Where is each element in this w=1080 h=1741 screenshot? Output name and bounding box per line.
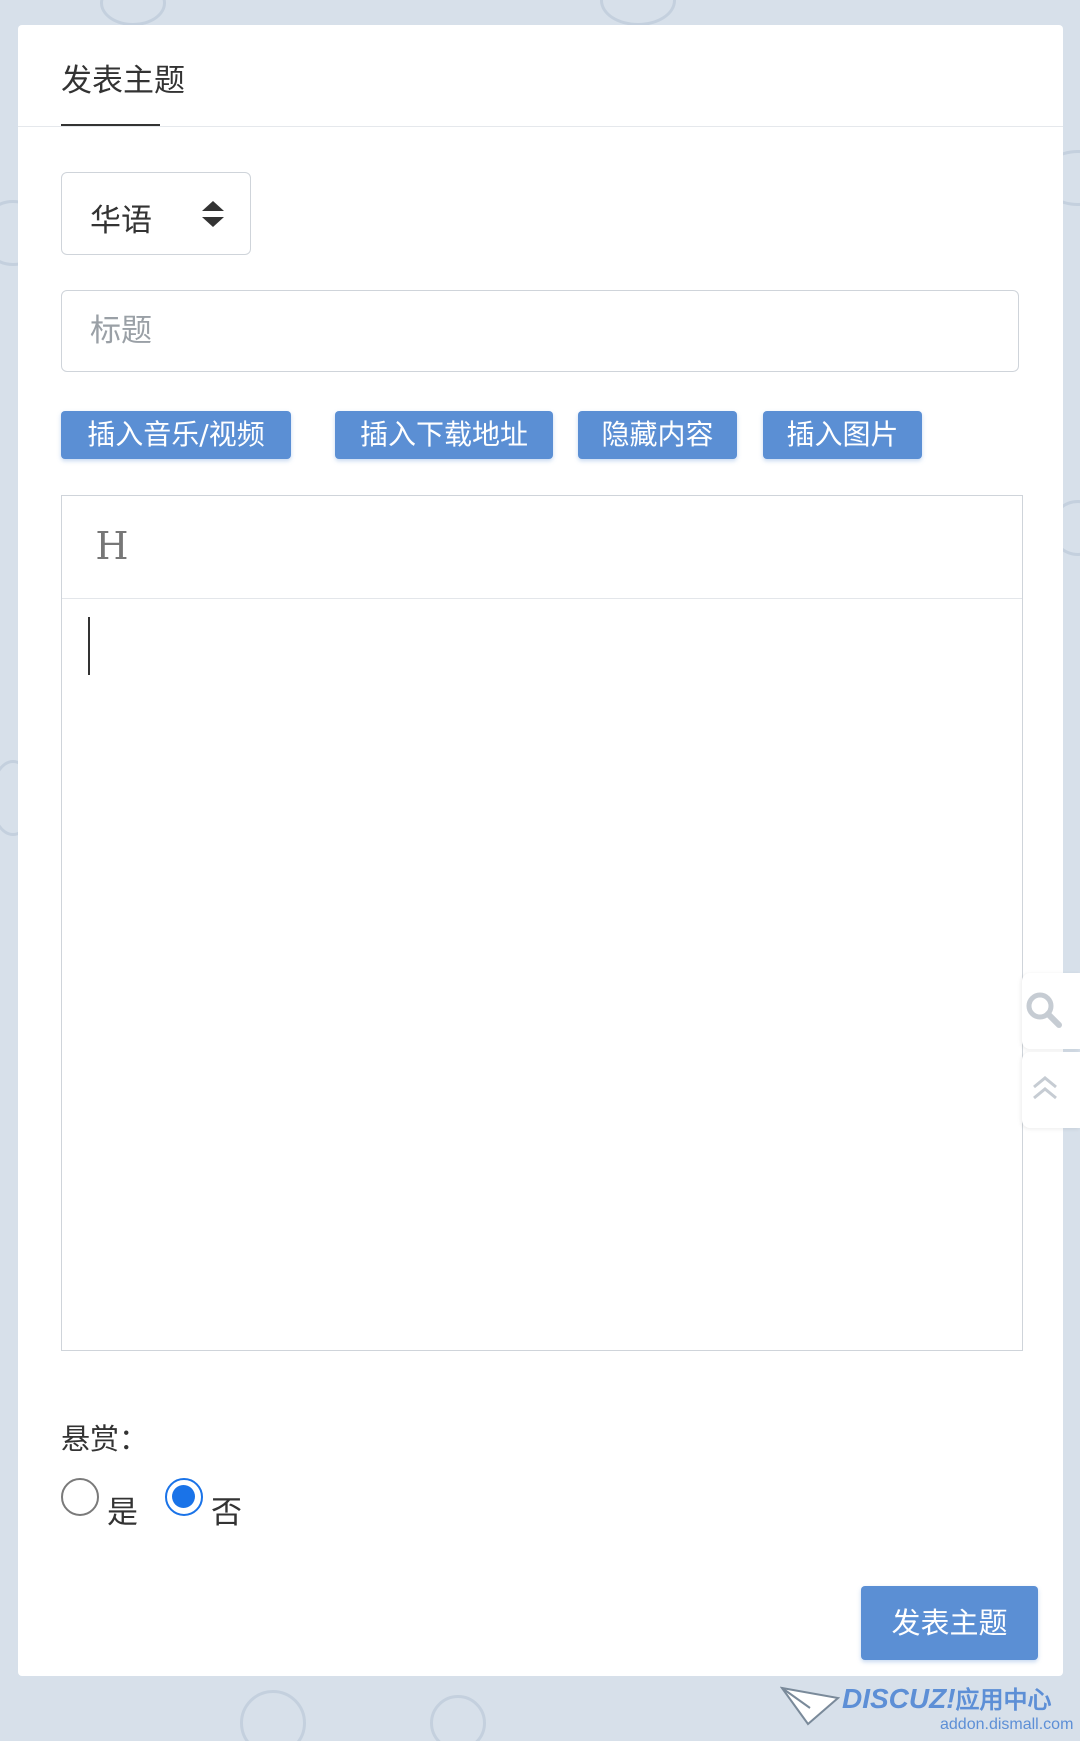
background-doodle bbox=[430, 1695, 486, 1741]
insert-media-button[interactable]: 插入音乐/视频 bbox=[61, 411, 291, 459]
tab-label: 发表主题 bbox=[61, 63, 185, 99]
sort-arrows-icon bbox=[202, 201, 224, 227]
paper-plane-icon bbox=[780, 1686, 840, 1726]
language-select[interactable]: 华语 bbox=[61, 172, 251, 255]
editor-content-area[interactable] bbox=[62, 599, 1022, 1350]
insert-download-button[interactable]: 插入下载地址 bbox=[335, 411, 553, 459]
background-doodle bbox=[100, 0, 166, 26]
reward-option-yes[interactable]: 是 bbox=[61, 1475, 146, 1531]
submit-button[interactable]: 发表主题 bbox=[861, 1586, 1038, 1660]
language-select-value: 华语 bbox=[90, 203, 152, 239]
tab-new-topic[interactable]: 发表主题 bbox=[61, 25, 185, 126]
editor-toolbar: H bbox=[62, 496, 1022, 599]
search-icon bbox=[1026, 992, 1062, 1028]
heading-button[interactable]: H bbox=[90, 520, 134, 572]
floating-side-tools bbox=[1022, 973, 1080, 1129]
radio-button-yes[interactable] bbox=[61, 1478, 99, 1516]
title-input[interactable] bbox=[61, 290, 1019, 372]
reward-option-yes-label: 是 bbox=[107, 1495, 138, 1531]
reward-label: 悬赏： bbox=[61, 1422, 149, 1456]
text-caret bbox=[88, 617, 90, 675]
reward-option-no[interactable]: 否 bbox=[165, 1475, 250, 1531]
reward-option-no-label: 否 bbox=[211, 1495, 242, 1531]
radio-button-no[interactable] bbox=[165, 1478, 203, 1516]
card-header: 发表主题 bbox=[18, 25, 1063, 127]
watermark-url: addon.dismall.com bbox=[940, 1716, 1074, 1733]
rich-text-editor: H bbox=[61, 495, 1023, 1351]
hide-content-button[interactable]: 隐藏内容 bbox=[578, 411, 737, 459]
back-to-top-icon bbox=[1033, 1076, 1057, 1100]
back-to-top-button[interactable] bbox=[1022, 1052, 1080, 1128]
watermark-brand: DISCUZ!应用中心 bbox=[842, 1683, 1052, 1714]
discuz-watermark: DISCUZ!应用中心 addon.dismall.com bbox=[780, 1678, 1074, 1738]
background-doodle bbox=[240, 1690, 306, 1741]
background-doodle bbox=[600, 0, 676, 26]
post-form-card: 发表主题 华语 插入音乐/视频 插入下载地址 隐藏内容 插入图片 H 悬赏： 是… bbox=[18, 25, 1063, 1676]
search-button[interactable] bbox=[1022, 973, 1080, 1049]
insert-image-button[interactable]: 插入图片 bbox=[763, 411, 922, 459]
